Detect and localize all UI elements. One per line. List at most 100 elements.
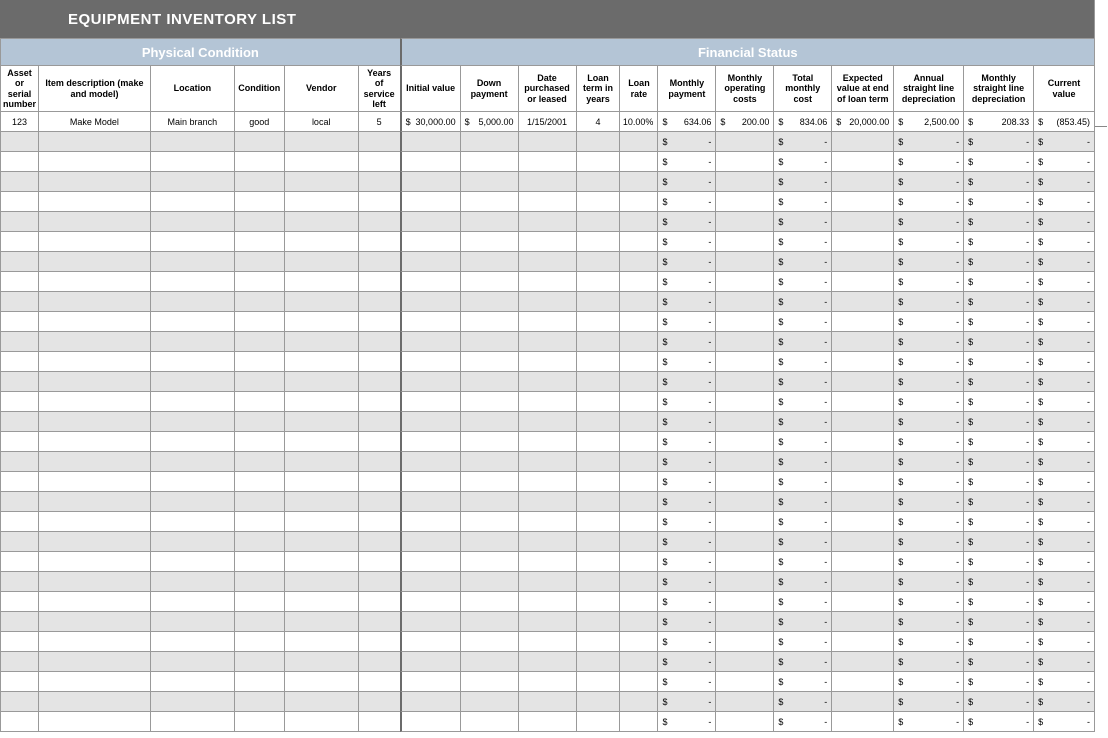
cell[interactable]: $- bbox=[657, 432, 715, 452]
cell[interactable] bbox=[715, 312, 773, 332]
cell[interactable]: $- bbox=[893, 692, 963, 712]
cell[interactable]: $- bbox=[657, 512, 715, 532]
cell[interactable]: $- bbox=[893, 492, 963, 512]
cell[interactable] bbox=[0, 272, 38, 292]
cell[interactable]: $- bbox=[657, 152, 715, 172]
cell[interactable] bbox=[234, 672, 284, 692]
cell[interactable] bbox=[284, 712, 358, 732]
cell[interactable]: $- bbox=[963, 452, 1033, 472]
cell[interactable] bbox=[234, 712, 284, 732]
cell[interactable]: $- bbox=[773, 172, 831, 192]
cell[interactable] bbox=[400, 232, 460, 252]
cell[interactable] bbox=[284, 212, 358, 232]
table-row[interactable]: $- $- $-$-$- bbox=[0, 692, 1094, 712]
cell[interactable] bbox=[0, 592, 38, 612]
cell[interactable]: $- bbox=[1033, 372, 1094, 392]
cell[interactable] bbox=[150, 472, 234, 492]
cell[interactable]: $208.33 bbox=[963, 112, 1033, 132]
cell[interactable]: $- bbox=[893, 132, 963, 152]
cell[interactable] bbox=[831, 312, 893, 332]
cell[interactable] bbox=[38, 572, 150, 592]
cell[interactable] bbox=[358, 472, 400, 492]
cell[interactable] bbox=[150, 432, 234, 452]
cell[interactable]: $- bbox=[893, 252, 963, 272]
cell[interactable] bbox=[831, 492, 893, 512]
cell[interactable] bbox=[284, 392, 358, 412]
cell[interactable]: $- bbox=[1033, 532, 1094, 552]
cell[interactable] bbox=[0, 412, 38, 432]
cell[interactable] bbox=[400, 432, 460, 452]
cell[interactable] bbox=[576, 632, 620, 652]
cell[interactable]: $- bbox=[657, 212, 715, 232]
cell[interactable] bbox=[284, 492, 358, 512]
cell[interactable] bbox=[234, 632, 284, 652]
cell[interactable] bbox=[831, 552, 893, 572]
cell[interactable]: $- bbox=[1033, 652, 1094, 672]
table-row[interactable]: $- $- $-$-$- bbox=[0, 432, 1094, 452]
cell[interactable] bbox=[358, 192, 400, 212]
cell[interactable] bbox=[715, 192, 773, 212]
cell[interactable] bbox=[460, 292, 518, 312]
cell[interactable] bbox=[576, 692, 620, 712]
cell[interactable] bbox=[460, 392, 518, 412]
cell[interactable] bbox=[460, 272, 518, 292]
cell[interactable]: $- bbox=[1033, 252, 1094, 272]
cell[interactable] bbox=[715, 252, 773, 272]
cell[interactable] bbox=[284, 512, 358, 532]
cell[interactable] bbox=[358, 512, 400, 532]
cell[interactable]: $- bbox=[1033, 172, 1094, 192]
cell[interactable] bbox=[284, 612, 358, 632]
cell[interactable] bbox=[619, 372, 657, 392]
cell[interactable] bbox=[576, 552, 620, 572]
cell[interactable] bbox=[284, 652, 358, 672]
cell[interactable]: $- bbox=[773, 412, 831, 432]
cell[interactable]: $- bbox=[893, 232, 963, 252]
cell[interactable] bbox=[576, 572, 620, 592]
cell[interactable] bbox=[358, 232, 400, 252]
cell[interactable] bbox=[38, 412, 150, 432]
cell[interactable] bbox=[358, 252, 400, 272]
cell[interactable] bbox=[234, 152, 284, 172]
cell[interactable] bbox=[400, 352, 460, 372]
cell[interactable] bbox=[831, 252, 893, 272]
table-row[interactable]: $- $- $-$-$- bbox=[0, 492, 1094, 512]
cell[interactable]: $- bbox=[773, 472, 831, 492]
cell[interactable] bbox=[150, 512, 234, 532]
cell[interactable] bbox=[831, 672, 893, 692]
cell[interactable] bbox=[0, 252, 38, 272]
cell[interactable] bbox=[358, 632, 400, 652]
cell[interactable]: $- bbox=[1033, 452, 1094, 472]
cell[interactable] bbox=[358, 492, 400, 512]
cell[interactable] bbox=[518, 512, 576, 532]
cell[interactable]: $- bbox=[657, 392, 715, 412]
cell[interactable] bbox=[234, 212, 284, 232]
cell[interactable]: $- bbox=[657, 572, 715, 592]
cell[interactable] bbox=[619, 592, 657, 612]
cell[interactable] bbox=[234, 512, 284, 532]
cell[interactable] bbox=[150, 392, 234, 412]
table-row[interactable]: $- $- $-$-$- bbox=[0, 552, 1094, 572]
cell[interactable]: $- bbox=[963, 312, 1033, 332]
cell[interactable]: $- bbox=[893, 512, 963, 532]
cell[interactable] bbox=[576, 672, 620, 692]
cell[interactable]: $- bbox=[893, 712, 963, 732]
col-header-6[interactable]: Initial value bbox=[400, 66, 460, 112]
cell[interactable] bbox=[576, 192, 620, 212]
cell[interactable] bbox=[619, 672, 657, 692]
cell[interactable] bbox=[460, 152, 518, 172]
cell[interactable] bbox=[619, 352, 657, 372]
cell[interactable] bbox=[234, 692, 284, 712]
cell[interactable] bbox=[0, 312, 38, 332]
cell[interactable]: $- bbox=[773, 452, 831, 472]
cell[interactable]: $- bbox=[893, 312, 963, 332]
cell[interactable] bbox=[715, 592, 773, 612]
cell[interactable] bbox=[715, 652, 773, 672]
cell[interactable]: $- bbox=[773, 392, 831, 412]
cell[interactable]: $- bbox=[1033, 592, 1094, 612]
cell[interactable] bbox=[576, 332, 620, 352]
cell[interactable]: $20,000.00 bbox=[831, 112, 893, 132]
cell[interactable] bbox=[150, 492, 234, 512]
cell[interactable] bbox=[460, 712, 518, 732]
cell[interactable]: $- bbox=[963, 532, 1033, 552]
cell[interactable] bbox=[284, 452, 358, 472]
